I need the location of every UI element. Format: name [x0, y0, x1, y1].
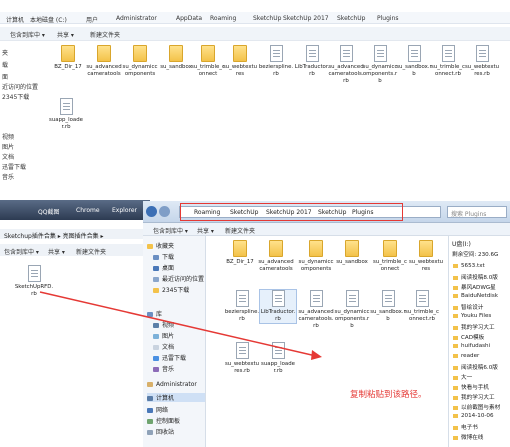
arrow-annotation — [39, 291, 322, 360]
arrow-line — [39, 291, 317, 357]
annotation-text: 复制粘贴到该路径。 — [350, 390, 427, 400]
arrow-head-icon — [311, 350, 322, 360]
